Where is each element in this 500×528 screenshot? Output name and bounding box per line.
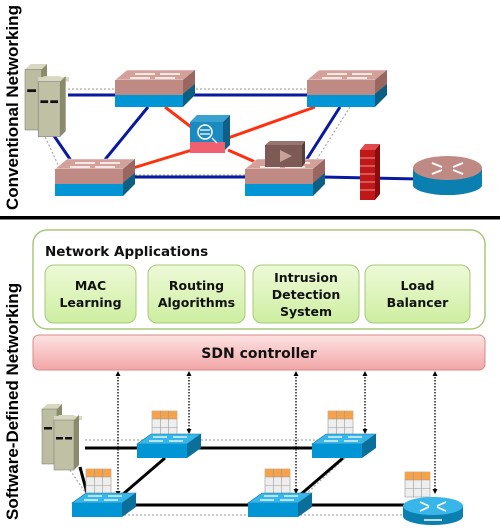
load-balancer-icon	[265, 141, 305, 167]
app-load-balancer[interactable]: Load Balancer	[364, 264, 471, 324]
app-label: Learning	[59, 295, 121, 310]
flow-table-icon	[85, 468, 112, 495]
section-label-conventional: Conventional Networking	[3, 5, 22, 210]
openflow-switch-icon	[136, 433, 202, 459]
section-divider	[0, 216, 500, 220]
app-label: Algorithms	[158, 295, 235, 310]
app-routing-algorithms[interactable]: Routing Algorithms	[147, 264, 246, 324]
app-intrusion-detection-system[interactable]: Intrusion Detection System	[252, 264, 360, 324]
app-mac-learning[interactable]: MAC Learning	[44, 264, 137, 324]
app-label: System	[280, 304, 332, 319]
app-label: Balancer	[387, 295, 449, 310]
flow-table-icon	[151, 410, 178, 437]
router-icon	[413, 156, 482, 196]
app-label: MAC	[75, 278, 106, 293]
flow-table-icon	[327, 410, 354, 437]
firewall-icon	[360, 144, 380, 200]
server-icon	[24, 63, 70, 138]
sdn-controller[interactable]: SDN controller	[32, 334, 486, 371]
switch-icon	[54, 158, 136, 197]
server-icon	[41, 403, 83, 471]
switch-icon	[114, 69, 196, 108]
app-label: Intrusion	[274, 270, 338, 285]
openflow-switch-icon	[311, 433, 377, 459]
network-diagram: Conventional Networking Software-Defined…	[0, 5, 500, 525]
flow-table-icon	[404, 471, 431, 498]
openflow-switch-icon	[247, 492, 313, 518]
openflow-switch-icon	[71, 492, 137, 518]
app-label: Detection	[272, 287, 340, 302]
flow-table-icon	[264, 468, 291, 495]
section-label-sdn: Software-Defined Networking	[3, 283, 22, 520]
app-label: Load	[401, 278, 435, 293]
ids-firewall-icon	[190, 115, 230, 153]
applications-title: Network Applications	[45, 244, 208, 260]
switch-icon	[306, 69, 388, 108]
controller-label: SDN controller	[201, 346, 316, 362]
app-label: Routing	[169, 278, 224, 293]
openflow-router-icon	[403, 497, 463, 525]
